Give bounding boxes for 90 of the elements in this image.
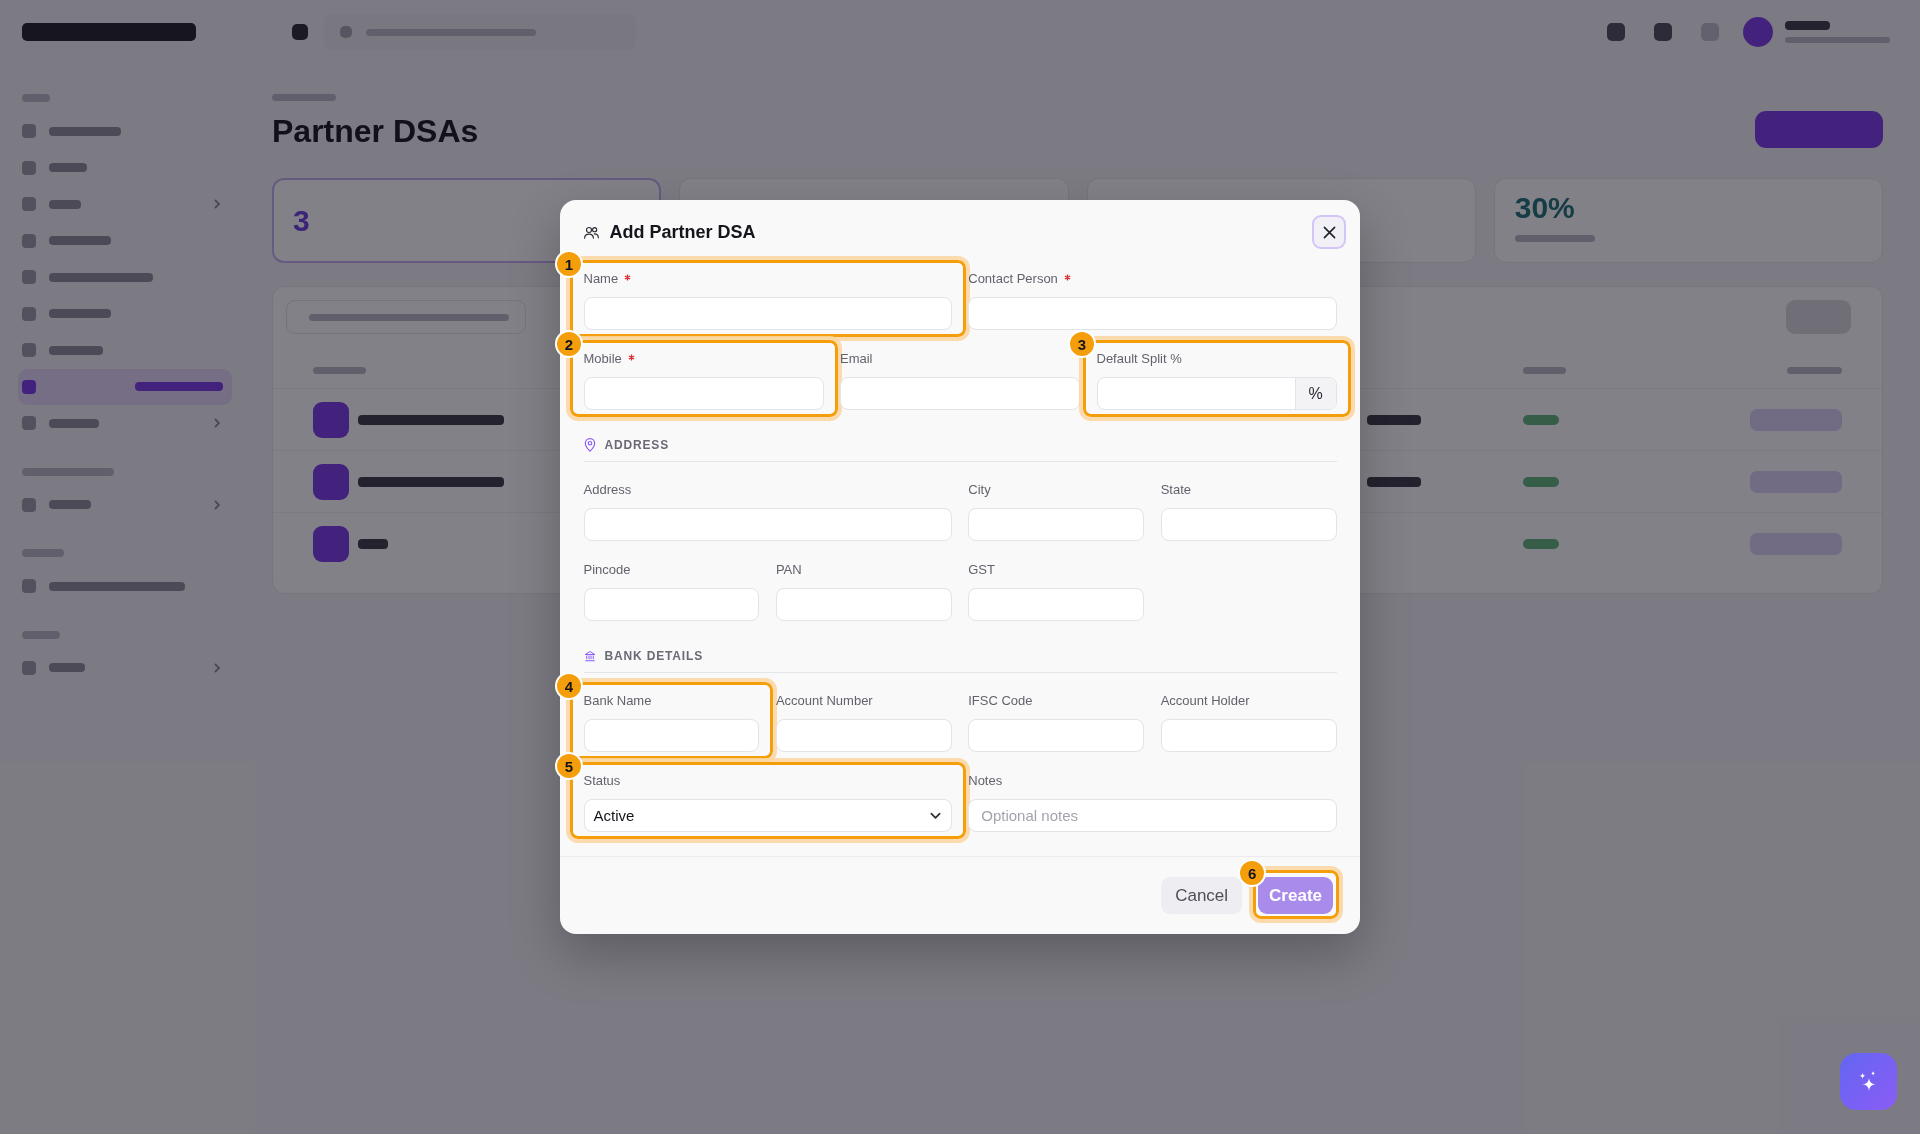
page-title: Partner DSAs: [272, 112, 479, 151]
field-label: GST: [968, 562, 995, 578]
text-field[interactable]: [583, 508, 952, 541]
text-field[interactable]: [968, 588, 1145, 621]
text-field[interactable]: [775, 719, 952, 752]
text-field[interactable]: [968, 719, 1145, 752]
blurred-status: [1523, 538, 1559, 549]
blurred-text: [1785, 21, 1830, 30]
sidebar-item[interactable]: [22, 233, 111, 248]
avatar-icon[interactable]: [1743, 17, 1773, 47]
sidebar-item[interactable]: [22, 343, 103, 358]
field-label: Status: [583, 773, 621, 789]
field-label: Default Split %: [1096, 351, 1182, 367]
step-badge: 6: [1238, 859, 1267, 887]
field-label: Name: [583, 271, 619, 287]
sidebar-item[interactable]: [22, 197, 81, 212]
blurred-icon[interactable]: [292, 24, 308, 40]
blurred-text: [1367, 414, 1421, 425]
blurred-icon[interactable]: [1654, 23, 1672, 41]
text-field[interactable]: [1160, 508, 1337, 541]
field-label: Address: [583, 482, 632, 498]
sidebar-item[interactable]: [22, 497, 91, 512]
step-badge: 2: [555, 330, 583, 358]
blurred-text: [1787, 366, 1842, 374]
avatar-icon: [313, 525, 349, 562]
stat-value: 30%: [1514, 191, 1576, 225]
sidebar-item[interactable]: [22, 124, 121, 139]
text-field[interactable]: Optional notes: [968, 799, 1337, 832]
text-field[interactable]: [840, 377, 1080, 410]
step-badge: 3: [1068, 330, 1096, 358]
field-label: Mobile: [583, 351, 622, 367]
text-field[interactable]: [583, 377, 824, 410]
blurred-text: [358, 538, 388, 549]
bank-icon: [583, 649, 596, 663]
step-badge: 1: [555, 250, 583, 278]
close-icon: [1322, 225, 1336, 239]
location-pin-icon: [583, 438, 596, 452]
users-icon: [583, 225, 599, 239]
blurred-text: [313, 366, 366, 374]
text-field[interactable]: [1160, 719, 1337, 752]
field-label: Pincode: [583, 562, 631, 578]
field-label: IFSC Code: [968, 693, 1033, 709]
close-button[interactable]: [1312, 215, 1346, 249]
blurred-status: [1523, 476, 1559, 487]
text-field[interactable]: [968, 508, 1145, 541]
dialog-title: Add Partner DSA: [609, 221, 756, 243]
sidebar-item[interactable]: [22, 160, 87, 175]
blurred-text: [22, 549, 64, 557]
assistant-button[interactable]: [1840, 1053, 1897, 1110]
avatar-icon: [313, 401, 349, 438]
unit-addon: %: [1294, 378, 1336, 409]
suffix-input-field[interactable]: %: [1096, 377, 1337, 410]
blurred-icon: [340, 26, 352, 38]
section-heading: ADDRESS: [604, 437, 670, 453]
field-label: Account Holder: [1160, 693, 1250, 709]
blurred-status: [1523, 414, 1559, 425]
blurred-text: [1523, 366, 1566, 374]
text-field[interactable]: [583, 588, 760, 621]
blurred-text: [1367, 476, 1421, 487]
blurred-text: [22, 630, 60, 639]
section-heading: BANK DETAILS: [604, 648, 704, 664]
sidebar-item[interactable]: [22, 660, 85, 675]
text-field[interactable]: [775, 588, 952, 621]
field-label: Contact Person: [968, 271, 1058, 287]
field-label: Notes: [968, 773, 1003, 789]
sidebar-item[interactable]: [22, 306, 111, 321]
field-label: Account Number: [775, 693, 873, 709]
field-label: Email: [840, 351, 873, 367]
field-label: PAN: [775, 562, 802, 578]
text-field[interactable]: [583, 719, 760, 752]
cancel-button[interactable]: Cancel: [1161, 877, 1243, 914]
stat-value: 3: [293, 203, 310, 238]
step-badge: 5: [555, 752, 583, 780]
field-label: Bank Name: [583, 693, 652, 709]
blurred-text: [272, 94, 336, 101]
search-field[interactable]: [286, 300, 526, 334]
text-field[interactable]: [968, 297, 1337, 330]
dropdown-field[interactable]: Active: [583, 799, 952, 832]
step-badge: 4: [555, 672, 583, 700]
text-field[interactable]: [583, 297, 952, 330]
sidebar-item[interactable]: [22, 270, 153, 285]
sidebar-item[interactable]: [22, 416, 99, 431]
field-label: City: [968, 482, 991, 498]
sidebar-item[interactable]: [18, 368, 232, 405]
avatar-icon: [313, 463, 349, 500]
sidebar-item[interactable]: [22, 579, 185, 594]
blurred-button[interactable]: [1755, 111, 1883, 148]
field-label: State: [1160, 482, 1191, 498]
blurred-text: [22, 94, 50, 102]
blurred-icon[interactable]: [1607, 23, 1625, 41]
